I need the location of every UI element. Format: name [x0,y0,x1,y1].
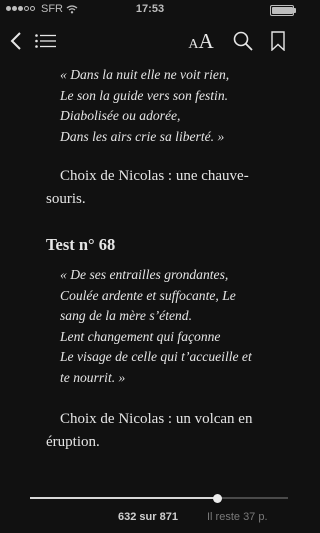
answer-paragraph-1: Choix de Nicolas : une chauve-souris. [46,168,249,207]
battery-icon [270,5,296,16]
verse-stanza-1: « Dans la nuit elle ne voit rien, Le son… [60,65,229,147]
bookmark-button[interactable] [266,28,290,54]
font-settings-button[interactable]: AA AA [186,28,216,54]
verse-line: te nourrit. » [60,369,126,385]
search-icon [233,31,253,51]
verse-line: Le son la guide vers son festin. [60,87,229,103]
verse-line: sang de la mère s’étend. [60,308,193,323]
verse-line: Lent changement qui façonne [60,328,221,344]
verse-stanza-2: « De ses entrailles grondantes, Coulée a… [60,265,252,388]
test-heading: Test n° 68 [46,235,116,254]
bookmark-icon [271,31,285,51]
verse-line: Diabolisée ou adorée, [60,108,181,123]
list-icon [35,34,56,48]
verse-line: Coulée ardente et suffocante, Le [60,287,236,303]
page-counter: 632 sur 871 [118,511,178,523]
reading-progress-slider[interactable] [30,493,288,503]
verse-line: Dans les airs crie sa liberté. » [60,128,225,144]
verse-line: Le visage de celle qui t’accueille et [60,349,252,364]
chevron-left-icon [10,32,21,50]
font-size-icon: AA [188,28,214,53]
battery-level [272,7,293,14]
status-time: 17:53 [135,3,165,15]
reader-toolbar: AA AA [0,22,300,60]
progress-knob[interactable] [212,493,222,503]
verse-line: « Dans la nuit elle ne voit rien, [60,67,230,82]
search-button[interactable] [230,28,256,54]
progress-fill [30,497,218,499]
answer-paragraph-2: Choix de Nicolas : un volcan en éruption… [46,411,253,450]
verse-line: « De ses entrailles grondantes, [60,267,229,282]
back-button[interactable] [6,28,26,54]
pages-remaining: Il reste 37 p. [207,511,268,523]
table-of-contents-button[interactable] [34,28,58,54]
status-bar: SFR 17:53 [0,0,300,20]
